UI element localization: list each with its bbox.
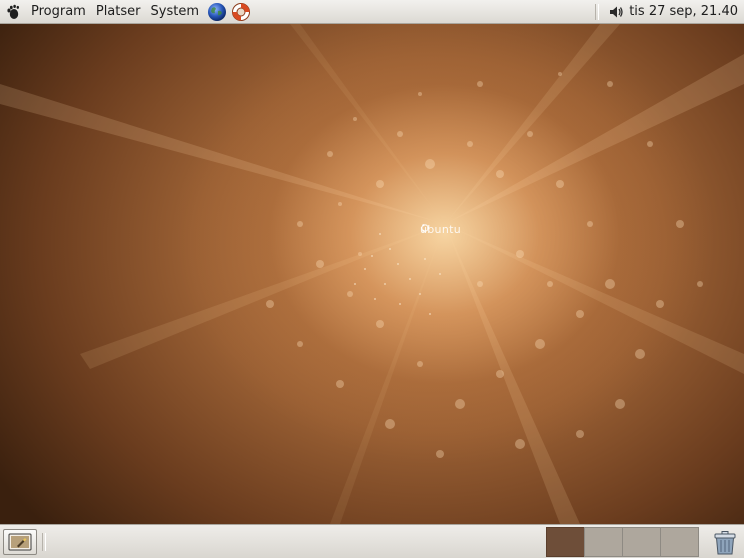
panel-handle[interactable] [595,3,600,20]
workspace-switcher [546,527,699,557]
workspace-3[interactable] [622,527,661,557]
bottom-panel [0,524,744,558]
workspace-2[interactable] [584,527,623,557]
top-panel: Program Platser System tis 27 sep, 21.40 [0,0,744,24]
ubuntu-circle-of-friends-icon [421,224,430,232]
clock[interactable]: tis 27 sep, 21.40 [629,4,738,19]
menu-system[interactable]: System [146,1,204,23]
show-desktop-icon [8,533,32,551]
wallpaper-rays [0,24,744,524]
trash-icon[interactable] [709,526,741,558]
desktop-wallpaper[interactable]: ubuntu [0,24,744,524]
notification-area: tis 27 sep, 21.40 [595,0,738,23]
gnome-foot-icon[interactable] [4,3,22,21]
menu-platser[interactable]: Platser [91,1,146,23]
help-lifebuoy-icon[interactable] [230,1,252,23]
workspace-4[interactable] [660,527,699,557]
panel-handle[interactable] [42,533,46,551]
screen: Program Platser System tis 27 sep, 21.40… [0,0,744,558]
web-browser-globe-icon[interactable] [206,1,228,23]
speaker-volume-icon[interactable] [607,3,625,21]
menu-program[interactable]: Program [26,1,91,23]
show-desktop-button[interactable] [3,529,37,555]
ubuntu-wallpaper-logo: ubuntu [420,223,461,236]
workspace-1[interactable] [546,527,585,557]
